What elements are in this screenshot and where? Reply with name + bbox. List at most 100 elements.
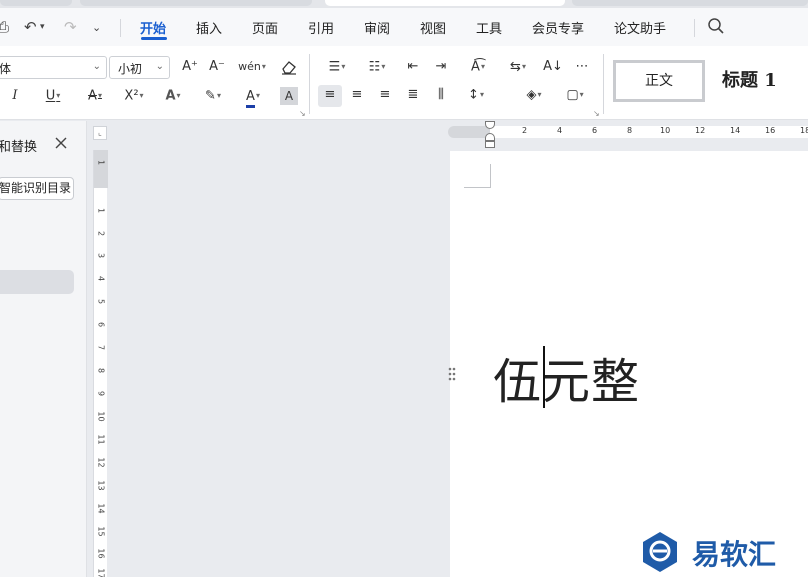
phonetic-label: wén (238, 60, 261, 73)
phonetic-guide-button[interactable]: wén▾ (236, 57, 268, 79)
separator (309, 54, 310, 114)
sort-icon[interactable]: A↓ (543, 57, 563, 79)
ruler-number: 12 (96, 457, 106, 468)
highlighter-icon: ✎ (205, 88, 216, 104)
redo-icon[interactable]: ↷ (64, 18, 77, 36)
ruler-margin (448, 126, 490, 138)
paragraph-shading-button[interactable]: ◈▾ (518, 85, 550, 107)
window-tab[interactable] (572, 0, 808, 6)
ruler-number: 7 (96, 344, 106, 351)
left-indent-marker[interactable] (485, 141, 495, 148)
style-normal[interactable]: 正文 (613, 60, 705, 102)
horizontal-ruler: 2 4 6 8 10 12 14 16 18 (448, 124, 808, 140)
ruler-number: 12 (695, 126, 706, 135)
ruler-number: 4 (96, 275, 106, 282)
justify-button[interactable]: ≣ (402, 85, 424, 107)
smart-toc-button[interactable]: 智能识别目录 (0, 177, 74, 200)
menu-home[interactable]: 开始 (140, 18, 166, 37)
ruler-number: 16 (765, 126, 776, 135)
ruler-body (490, 126, 808, 138)
separator (694, 19, 695, 37)
line-spacing-button[interactable]: ↕▾ (460, 85, 492, 107)
menu-member[interactable]: 会员专享 (532, 18, 584, 37)
highlight-button[interactable]: ✎▾ (198, 86, 228, 108)
char-shading-button[interactable]: A (280, 87, 298, 105)
underline-button[interactable]: U▾ (38, 86, 68, 108)
ruler-number: 6 (592, 126, 598, 135)
text-direction-button[interactable]: A͡▾ (462, 57, 494, 79)
superscript-label: X² (124, 88, 139, 104)
ruler-corner-icon[interactable]: ⌞ (93, 126, 107, 140)
ruler-number: 11 (96, 434, 106, 445)
font-size-select[interactable]: 小初 ⌄ (109, 56, 170, 79)
hanging-indent-marker[interactable] (485, 133, 495, 141)
align-left-button[interactable]: ≡ (318, 85, 342, 107)
menu-bar: ⎙ ↶ ▾ ↷ ⌄ 开始 插入 页面 引用 审阅 视图 工具 会员专享 论文助手 (0, 8, 808, 46)
window-tab-active[interactable] (325, 0, 565, 6)
ruler-number: 17 (96, 568, 106, 577)
window-tab-strip (0, 0, 808, 8)
undo-dropdown-icon[interactable]: ▾ (40, 22, 45, 32)
increase-indent-icon[interactable]: ⇥ (431, 57, 451, 79)
menu-paper-assistant[interactable]: 论文助手 (614, 18, 666, 37)
strikethrough-button[interactable]: A▾ (80, 86, 110, 108)
menu-tools[interactable]: 工具 (476, 18, 502, 37)
numbered-list-button[interactable]: ☷▾ (362, 57, 392, 79)
undo-icon[interactable]: ↶ (24, 18, 37, 36)
menu-insert[interactable]: 插入 (196, 18, 222, 37)
show-marks-icon[interactable]: ⋯ (571, 57, 593, 79)
font-name-select[interactable]: 体 ⌄ (0, 56, 107, 79)
ruler-number: 2 (96, 230, 106, 237)
window-tab[interactable] (80, 0, 312, 6)
align-center-button[interactable]: ≡ (346, 85, 368, 107)
font-dialog-launcher-icon[interactable]: ↘ (299, 109, 306, 118)
separator (603, 54, 604, 114)
ruler-number: 8 (96, 367, 106, 374)
menu-page[interactable]: 页面 (252, 18, 278, 37)
ruler-number: 9 (96, 390, 106, 397)
selected-list-item[interactable] (0, 270, 74, 294)
document-text[interactable]: 伍元整 (493, 342, 640, 412)
ruler-number: 14 (730, 126, 741, 135)
panel-title: 和替换 (0, 140, 38, 155)
sort-convert-button[interactable]: ⇆▾ (503, 57, 533, 79)
ruler-number: 13 (96, 480, 106, 491)
drag-handle-icon[interactable] (448, 366, 456, 382)
superscript-button[interactable]: X²▾ (118, 86, 150, 108)
search-icon[interactable] (707, 17, 725, 35)
close-icon[interactable] (54, 136, 68, 150)
chevron-down-icon: ⌄ (155, 61, 164, 72)
shrink-font-button[interactable]: A⁻ (207, 57, 227, 79)
find-replace-panel: 和替换 智能识别目录 (0, 121, 87, 577)
ruler-number: 10 (660, 126, 671, 135)
align-right-button[interactable]: ≡ (374, 85, 396, 107)
more-quick-access-icon[interactable]: ⌄ (92, 21, 101, 34)
separator (120, 19, 121, 37)
decrease-indent-icon[interactable]: ⇤ (403, 57, 423, 79)
menu-references[interactable]: 引用 (308, 18, 334, 37)
vertical-ruler: 1 1 2 3 4 5 6 7 8 9 10 11 12 13 14 15 16… (93, 150, 108, 577)
ruler-number: 1 (96, 207, 106, 214)
ruler-number: 4 (557, 126, 563, 135)
italic-icon[interactable]: I (8, 86, 22, 108)
distributed-align-button[interactable]: ⫼ (430, 85, 452, 107)
ruler-number: 14 (96, 503, 106, 514)
text-effect-button[interactable]: A▾ (158, 86, 188, 108)
print-preview-icon[interactable]: ⎙ (0, 18, 9, 36)
paragraph-dialog-launcher-icon[interactable]: ↘ (593, 109, 600, 118)
font-size-value: 小初 (118, 62, 143, 76)
font-color-button[interactable]: A▾ (238, 86, 268, 108)
menu-view[interactable]: 视图 (420, 18, 446, 37)
window-tab[interactable] (0, 0, 72, 6)
style-heading-1[interactable]: 标题 1 (722, 66, 777, 92)
eraser-icon[interactable] (280, 59, 298, 75)
ruler-number: 18 (800, 126, 808, 135)
grow-font-button[interactable]: A⁺ (180, 57, 200, 79)
bullet-list-button[interactable]: ☰▾ (322, 57, 352, 79)
text-cursor (543, 346, 545, 408)
menu-review[interactable]: 审阅 (364, 18, 390, 37)
borders-button[interactable]: ▢▾ (560, 85, 590, 107)
ruler-number: 16 (96, 548, 106, 559)
chevron-down-icon: ⌄ (92, 61, 101, 72)
margin-corner-mark (464, 164, 491, 188)
